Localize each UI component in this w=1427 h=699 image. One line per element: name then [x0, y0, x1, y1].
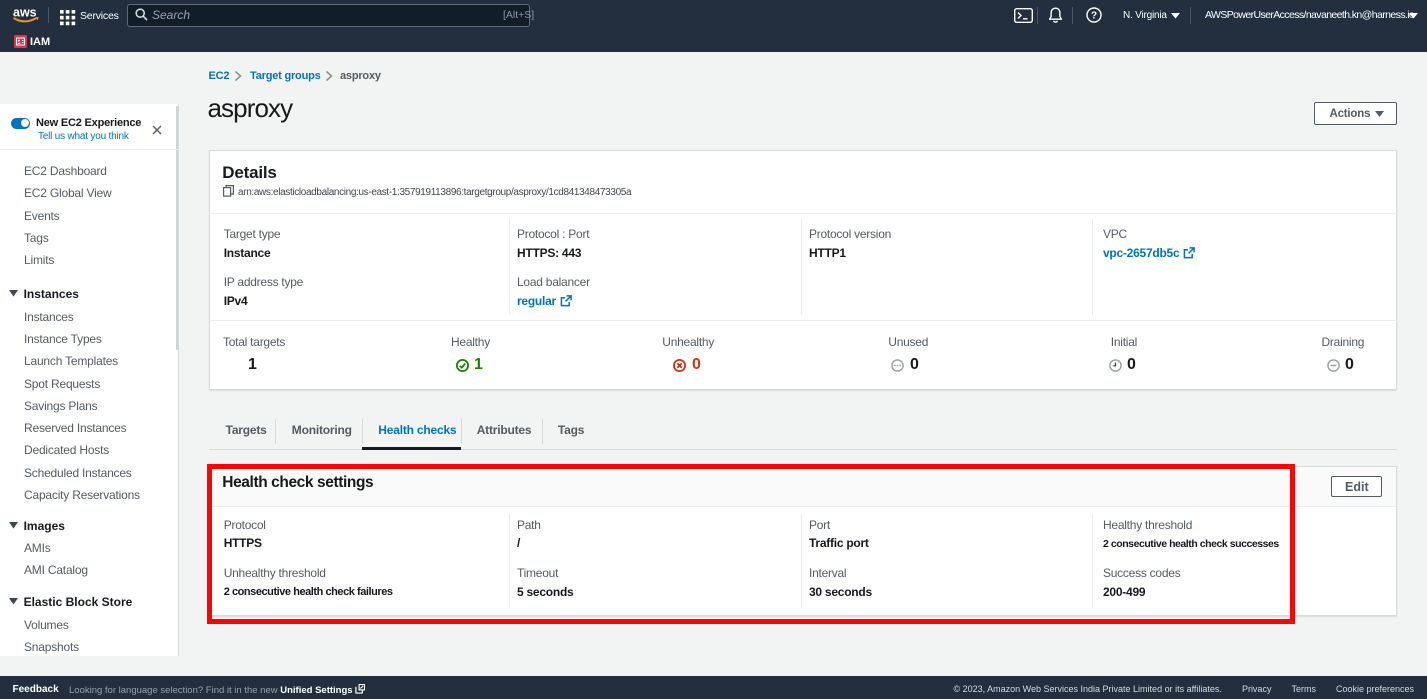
- svg-text:?: ?: [1091, 11, 1097, 22]
- svg-text:aws: aws: [13, 6, 37, 20]
